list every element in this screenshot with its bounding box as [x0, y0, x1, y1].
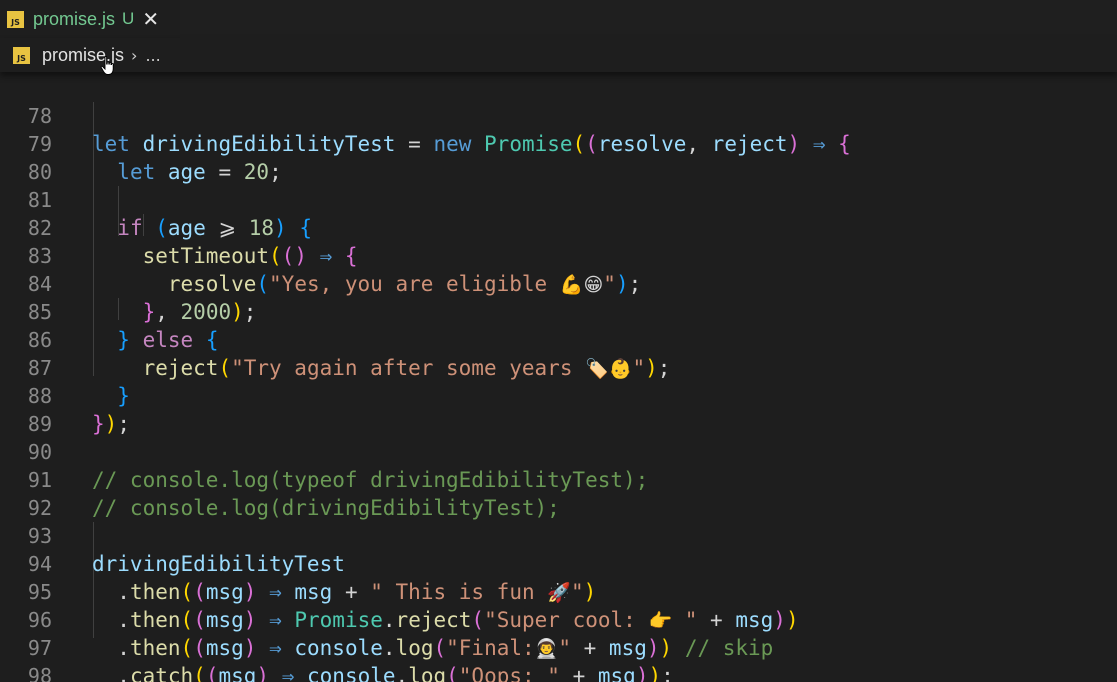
tab-file-name: promise.js	[33, 8, 116, 29]
tab-promise-js[interactable]: JS promise.js U ✕	[0, 0, 180, 38]
close-icon[interactable]: ✕	[142, 9, 159, 29]
chevron-right-icon: ›	[131, 45, 138, 65]
code-line: 88 });	[0, 354, 130, 436]
code-line: 82 setTimeout(() ⇒ {	[0, 186, 358, 268]
astronaut-emoji: 👨‍🚀	[534, 638, 559, 660]
editor-tab-bar: JS promise.js U ✕	[0, 0, 1117, 38]
code-line: 84 }, 2000);	[0, 242, 257, 324]
code-line: 81 if (age ⩾ 18) {	[0, 158, 312, 240]
git-untracked-badge: U	[122, 9, 135, 28]
code-line: 85 } else {	[0, 270, 219, 352]
code-line: 90 // console.log(typeof drivingEdibilit…	[0, 410, 648, 492]
code-line: 89	[0, 382, 52, 436]
code-line: 98	[0, 634, 52, 682]
javascript-file-icon: JS	[13, 46, 30, 64]
label-baby-emoji: 🏷️👶	[585, 358, 633, 380]
code-line: 94 .then((msg) ⇒ msg + " This is fun 🚀")	[0, 522, 596, 604]
javascript-file-icon: JS	[7, 10, 24, 28]
breadcrumb-symbols[interactable]: ...	[145, 46, 160, 65]
code-line: 80	[0, 130, 52, 184]
breadcrumb: JS promise.js › ...	[0, 38, 1117, 72]
rocket-emoji: 🚀	[547, 582, 571, 604]
code-line: 87 }	[0, 326, 130, 408]
code-line: 91 // console.log(drivingEdibilityTest);	[0, 438, 560, 520]
code-line: 78 let drivingEdibilityTest = new Promis…	[0, 74, 851, 156]
pointing-right-emoji: 👉	[648, 610, 673, 632]
code-line: 86 reject("Try again after some years 🏷️…	[0, 298, 671, 380]
code-line: 96 .then((msg) ⇒ console.log("Final:👨‍🚀"…	[0, 578, 773, 660]
code-line: 83 resolve("Yes, you are eligible 💪😁");	[0, 214, 641, 296]
code-editor[interactable]: 78 let drivingEdibilityTest = new Promis…	[0, 72, 1117, 682]
flexed-biceps-grinning-emoji: 💪😁	[559, 274, 604, 296]
code-line: 97 .catch((msg) ⇒ console.log("Oops: " +…	[0, 606, 674, 682]
code-line: 79 let age = 20;	[0, 102, 282, 184]
code-line: 95 .then((msg) ⇒ Promise.reject("Super c…	[0, 550, 799, 632]
code-line: 92	[0, 466, 52, 520]
line-number: 98	[27, 664, 52, 682]
code-line: 93 drivingEdibilityTest	[0, 494, 345, 576]
hand-cursor-icon	[100, 56, 114, 75]
